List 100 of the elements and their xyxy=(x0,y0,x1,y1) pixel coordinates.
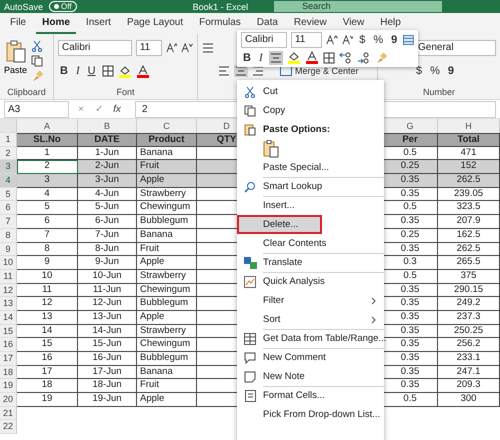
row-number[interactable]: 2 xyxy=(0,146,17,160)
comma-button[interactable]: 9 xyxy=(446,65,456,77)
row-number[interactable]: 8 xyxy=(0,228,17,242)
table-cell: 247.1 xyxy=(438,366,500,380)
font-color-icon[interactable] xyxy=(136,64,150,78)
italic-button[interactable]: I xyxy=(256,52,265,64)
font-name-field[interactable]: Calibri xyxy=(241,32,287,48)
percent-button[interactable]: % xyxy=(371,34,386,46)
group-label: Clipboard xyxy=(6,87,47,97)
align-right-icon[interactable] xyxy=(252,66,264,76)
align-lines-icon[interactable] xyxy=(202,43,214,53)
row-number[interactable]: 13 xyxy=(0,297,17,311)
shrink-font-icon[interactable] xyxy=(342,34,354,46)
percent-button[interactable]: % xyxy=(428,65,442,77)
fill-color-icon[interactable] xyxy=(286,51,301,64)
table-cell: 249.2 xyxy=(438,297,500,311)
table-style-icon[interactable] xyxy=(403,34,414,46)
row-number[interactable]: 21 xyxy=(0,406,17,420)
column-header[interactable]: G xyxy=(383,119,438,133)
menu-item[interactable]: Cut xyxy=(237,82,384,101)
autosave-toggle[interactable]: Off xyxy=(49,1,77,12)
scissors-icon[interactable] xyxy=(31,40,44,52)
table-cell: 250.25 xyxy=(438,324,500,338)
ribbon-tab[interactable]: Insert xyxy=(80,13,117,34)
row-number[interactable]: 12 xyxy=(0,284,17,298)
column-header[interactable]: C xyxy=(137,119,197,133)
row-number[interactable]: 14 xyxy=(0,310,17,325)
row-number[interactable]: 15 xyxy=(0,324,17,338)
header-cell: Total xyxy=(438,133,500,147)
decrease-decimal-icon[interactable] xyxy=(356,52,371,64)
row-number[interactable]: 7 xyxy=(0,215,17,229)
font-color-icon[interactable] xyxy=(304,51,319,64)
ribbon-tab[interactable]: Help xyxy=(374,13,407,34)
italic-button[interactable]: I xyxy=(74,65,82,77)
row-number[interactable]: 1 xyxy=(0,133,17,147)
table-cell: 256.2 xyxy=(438,338,500,352)
increase-decimal-icon[interactable] xyxy=(338,52,353,64)
menu-item[interactable]: Clear Contents xyxy=(237,234,384,253)
header-cell: SL.No xyxy=(17,133,78,147)
menu-item[interactable]: Sort xyxy=(237,310,384,329)
font-name-field[interactable]: Calibri xyxy=(58,40,132,56)
name-box[interactable]: A3 xyxy=(4,100,69,118)
align-center-icon[interactable] xyxy=(268,50,283,64)
menu-item[interactable]: Paste Special... xyxy=(237,158,384,177)
borders-icon[interactable] xyxy=(322,52,335,64)
row-number[interactable]: 16 xyxy=(0,338,17,352)
row-number[interactable]: 17 xyxy=(0,352,17,366)
column-header[interactable]: B xyxy=(78,119,137,133)
row-number[interactable]: 6 xyxy=(0,201,17,216)
row-number[interactable]: 20 xyxy=(0,393,17,407)
menu-item[interactable]: Pick From Drop-down List... xyxy=(237,405,384,424)
copy-icon[interactable] xyxy=(31,55,44,67)
table-cell: Bubblegum xyxy=(137,297,197,311)
fill-color-icon[interactable] xyxy=(118,64,132,78)
font-size-field[interactable]: 11 xyxy=(290,32,322,48)
borders-icon[interactable] xyxy=(102,65,114,77)
table-cell: 2-Jun xyxy=(78,160,137,174)
bold-button[interactable]: B xyxy=(241,52,253,64)
column-header[interactable]: A xyxy=(17,119,78,133)
ribbon-tab[interactable]: Page Layout xyxy=(120,13,190,34)
menu-item[interactable]: New Note xyxy=(237,367,384,386)
grow-font-icon[interactable] xyxy=(166,42,178,54)
table-cell: 16-Jun xyxy=(78,352,137,366)
ribbon-tab[interactable]: View xyxy=(336,13,370,34)
table-cell: Apple xyxy=(137,256,197,270)
shrink-font-icon[interactable] xyxy=(181,42,193,54)
table-cell: 3 xyxy=(17,174,78,188)
currency-button[interactable]: $ xyxy=(414,65,424,77)
ribbon-tab[interactable]: File xyxy=(4,13,32,34)
row-number[interactable]: 18 xyxy=(0,366,17,380)
row-number[interactable]: 5 xyxy=(0,188,17,202)
column-header[interactable]: H xyxy=(438,119,500,133)
table-cell: Strawberry xyxy=(137,188,197,202)
table-cell: 18 xyxy=(17,379,78,394)
ribbon-tab[interactable]: Formulas xyxy=(193,13,247,34)
row-number[interactable]: 10 xyxy=(0,256,17,270)
font-size-field[interactable]: 11 xyxy=(136,40,162,56)
underline-button[interactable]: U xyxy=(86,65,98,77)
table-cell: Banana xyxy=(137,228,197,242)
comma-button[interactable]: 9 xyxy=(389,34,400,46)
align-left-icon[interactable] xyxy=(218,66,230,76)
menu-item[interactable]: Copy xyxy=(237,101,384,120)
search-field[interactable]: Search xyxy=(274,1,442,12)
row-number[interactable]: 4 xyxy=(0,174,17,188)
paste-button[interactable]: Paste xyxy=(4,40,28,87)
currency-button[interactable]: $ xyxy=(357,34,368,46)
bold-button[interactable]: B xyxy=(58,65,70,77)
table-cell: 11 xyxy=(17,284,78,298)
row-number[interactable]: 19 xyxy=(0,379,17,394)
row-number[interactable]: 3 xyxy=(0,160,17,174)
format-cells-icon xyxy=(244,390,256,402)
row-number[interactable]: 11 xyxy=(0,270,17,284)
row-number[interactable]: 22 xyxy=(0,420,17,434)
ribbon-tab[interactable]: Review xyxy=(288,13,333,34)
row-number[interactable]: 9 xyxy=(0,242,17,256)
ribbon-tab[interactable]: Data xyxy=(250,13,284,34)
menu-item[interactable]: Filter xyxy=(237,291,384,310)
insert-function-button[interactable]: fx xyxy=(111,104,123,114)
menu-item[interactable]: Delete... xyxy=(237,215,322,234)
grow-font-icon[interactable] xyxy=(326,34,338,46)
